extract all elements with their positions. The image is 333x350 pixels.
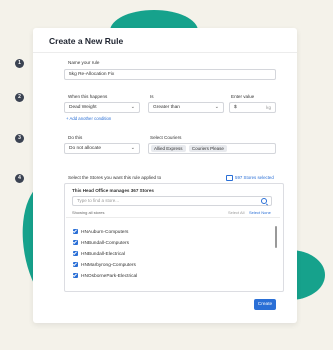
chevron-down-icon: ⌄	[214, 104, 219, 110]
courier-tag[interactable]: Allied Express	[151, 145, 186, 152]
step-2-badge: 2	[15, 93, 24, 102]
stores-label: Select the Stores you want this rule app…	[68, 175, 162, 180]
when-value: Dead Weight	[69, 105, 97, 110]
step-1-badge: 1	[15, 59, 24, 68]
unit-label: kg	[266, 105, 271, 110]
store-list-item[interactable]: HNBundall-Electrical	[73, 251, 125, 257]
action-select[interactable]: Do not allocate ⌄	[64, 143, 140, 154]
checkbox-checked[interactable]	[73, 251, 78, 256]
when-label: When this happens	[68, 94, 108, 99]
store-name: HNAuburn-Computers	[81, 229, 129, 235]
checkbox-checked[interactable]	[73, 273, 78, 278]
select-none-link[interactable]: Select None	[249, 210, 271, 215]
store-list-item[interactable]: HNOsbornePark-Electrical	[73, 273, 137, 279]
manages-text: This Head Office manages 367 Stores	[72, 188, 154, 193]
list-divider	[66, 217, 280, 218]
value-prefix: $	[234, 105, 237, 110]
step-4-badge: 4	[15, 174, 24, 183]
store-name: HNBundall-Electrical	[81, 251, 125, 257]
store-search-input[interactable]: Type to find a store...	[72, 196, 272, 206]
value-input[interactable]: $ kg	[229, 102, 276, 113]
step-3-badge: 3	[15, 134, 24, 143]
checkbox-checked[interactable]	[73, 262, 78, 267]
store-name: HNBundall-Computers	[81, 240, 129, 246]
store-list-item[interactable]: HNMarbyrong-Computers	[73, 262, 136, 268]
store-icon	[226, 175, 233, 181]
store-name: HNOsbornePark-Electrical	[81, 273, 138, 279]
couriers-select[interactable]: Allied Express Couriers Please	[148, 143, 276, 154]
checkbox-checked[interactable]	[73, 240, 78, 245]
do-this-label: Do this	[68, 135, 83, 140]
couriers-label: Select Couriers	[150, 135, 182, 140]
store-list-item[interactable]: HNBundall-Computers	[73, 240, 129, 246]
stores-selected-link[interactable]: 597 Stores selected	[226, 175, 274, 181]
when-select[interactable]: Dead Weight ⌄	[64, 102, 140, 113]
store-name: HNMarbyrong-Computers	[81, 262, 136, 268]
operator-value: Greater than	[153, 105, 180, 110]
chevron-down-icon: ⌄	[130, 145, 135, 151]
stores-selected-text: 597 Stores selected	[235, 175, 274, 181]
create-button[interactable]: Create	[254, 299, 276, 310]
action-value: Do not allocate	[69, 146, 101, 151]
is-label: Is	[150, 94, 154, 99]
search-icon[interactable]	[261, 198, 267, 204]
rule-name-label: Name your rule	[68, 60, 100, 65]
enter-value-label: Enter value	[231, 94, 255, 99]
courier-tag[interactable]: Couriers Please	[188, 145, 227, 152]
add-condition-link[interactable]: + Add another condition	[66, 116, 111, 121]
select-all-link[interactable]: Select All	[228, 210, 244, 215]
chevron-down-icon: ⌄	[130, 104, 135, 110]
rule-name-input[interactable]: 5kg Re-Allocation Fix	[64, 69, 276, 80]
showing-text: Showing all stores	[72, 210, 105, 215]
operator-select[interactable]: Greater than ⌄	[148, 102, 224, 113]
search-placeholder: Type to find a store...	[77, 198, 120, 203]
title-divider	[33, 52, 297, 53]
dialog-title: Create a New Rule	[49, 36, 124, 46]
store-list-scrollbar[interactable]	[275, 226, 277, 248]
checkbox-checked[interactable]	[73, 229, 78, 234]
store-list-item[interactable]: HNAuburn-Computers	[73, 229, 128, 235]
